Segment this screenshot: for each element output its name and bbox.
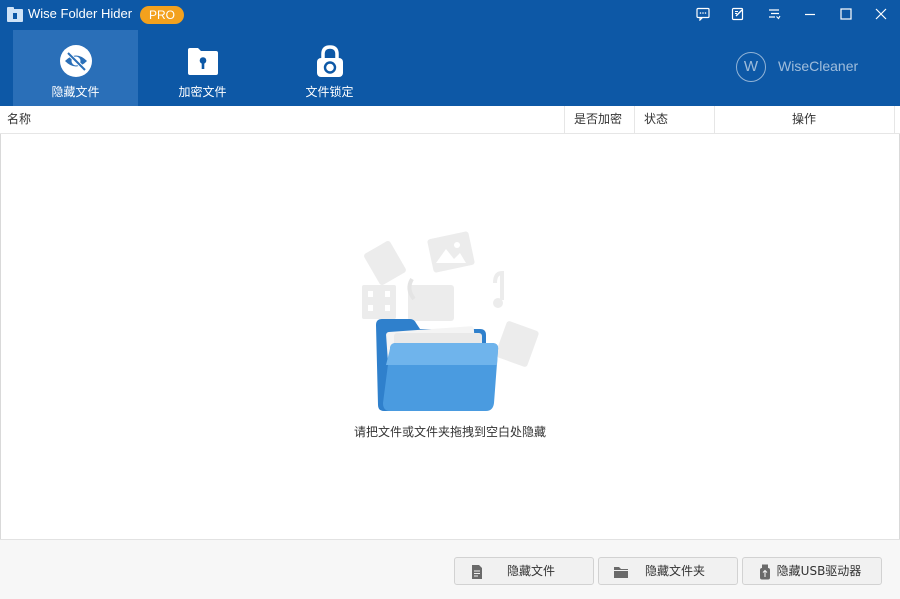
hide-file-button[interactable]: 隐藏文件 [454,557,594,585]
wisecleaner-brand[interactable]: W WiseCleaner [736,52,866,82]
tab-hide-files-label: 隐藏文件 [51,85,100,99]
column-divider [634,106,635,133]
folder-lock-icon [187,48,218,75]
close-icon [875,8,887,20]
empty-state-hint: 请把文件或文件夹拖拽到空白处隐藏 [353,425,546,439]
feedback-icon [696,7,710,21]
edit-button[interactable] [721,0,755,28]
maximize-button[interactable] [829,0,863,28]
action-bar: 隐藏文件 隐藏文件夹 隐藏USB驱动器 [0,539,900,599]
column-encrypted[interactable]: 是否加密 [574,106,622,133]
maximize-icon [840,8,852,20]
hide-folder-label: 隐藏文件夹 [644,564,705,578]
table-header: 名称 是否加密 状态 操作 [0,106,900,134]
menu-icon [769,9,781,20]
tab-hide-files[interactable]: 隐藏文件 [13,30,138,106]
tab-lock-files-label: 文件锁定 [305,85,354,99]
open-folder-icon [362,231,539,411]
column-divider [564,106,565,133]
hide-folder-button[interactable]: 隐藏文件夹 [598,557,738,585]
hide-file-label: 隐藏文件 [506,564,555,578]
column-divider [894,106,895,133]
hide-usb-drive-button[interactable]: 隐藏USB驱动器 [742,557,882,585]
tab-encrypt-files-label: 加密文件 [178,85,227,99]
minimize-button[interactable] [793,0,827,28]
pro-badge: PRO [140,6,185,24]
eye-slash-icon [59,45,92,77]
menu-button[interactable] [757,0,791,28]
close-button[interactable] [864,0,898,28]
app-title: Wise Folder Hider [28,6,133,21]
padlock-icon [316,45,343,77]
feedback-button[interactable] [686,0,720,28]
title-bar[interactable]: Wise Folder Hider PRO [0,0,900,30]
edit-icon [731,7,744,21]
column-name[interactable]: 名称 [7,106,31,133]
app-logo-icon [7,7,23,22]
column-actions[interactable]: 操作 [714,106,894,133]
tab-encrypt-files[interactable]: 加密文件 [140,30,265,106]
tab-lock-files[interactable]: 文件锁定 [267,30,392,106]
hide-usb-drive-label: 隐藏USB驱动器 [776,564,862,578]
minimize-icon [805,13,815,16]
wisecleaner-name: WiseCleaner [778,58,859,74]
app-header: Wise Folder Hider PRO 隐藏文件 加密文件 文件锁定 W W… [0,0,900,106]
wisecleaner-logo: W [736,52,766,82]
column-status[interactable]: 状态 [644,106,668,133]
